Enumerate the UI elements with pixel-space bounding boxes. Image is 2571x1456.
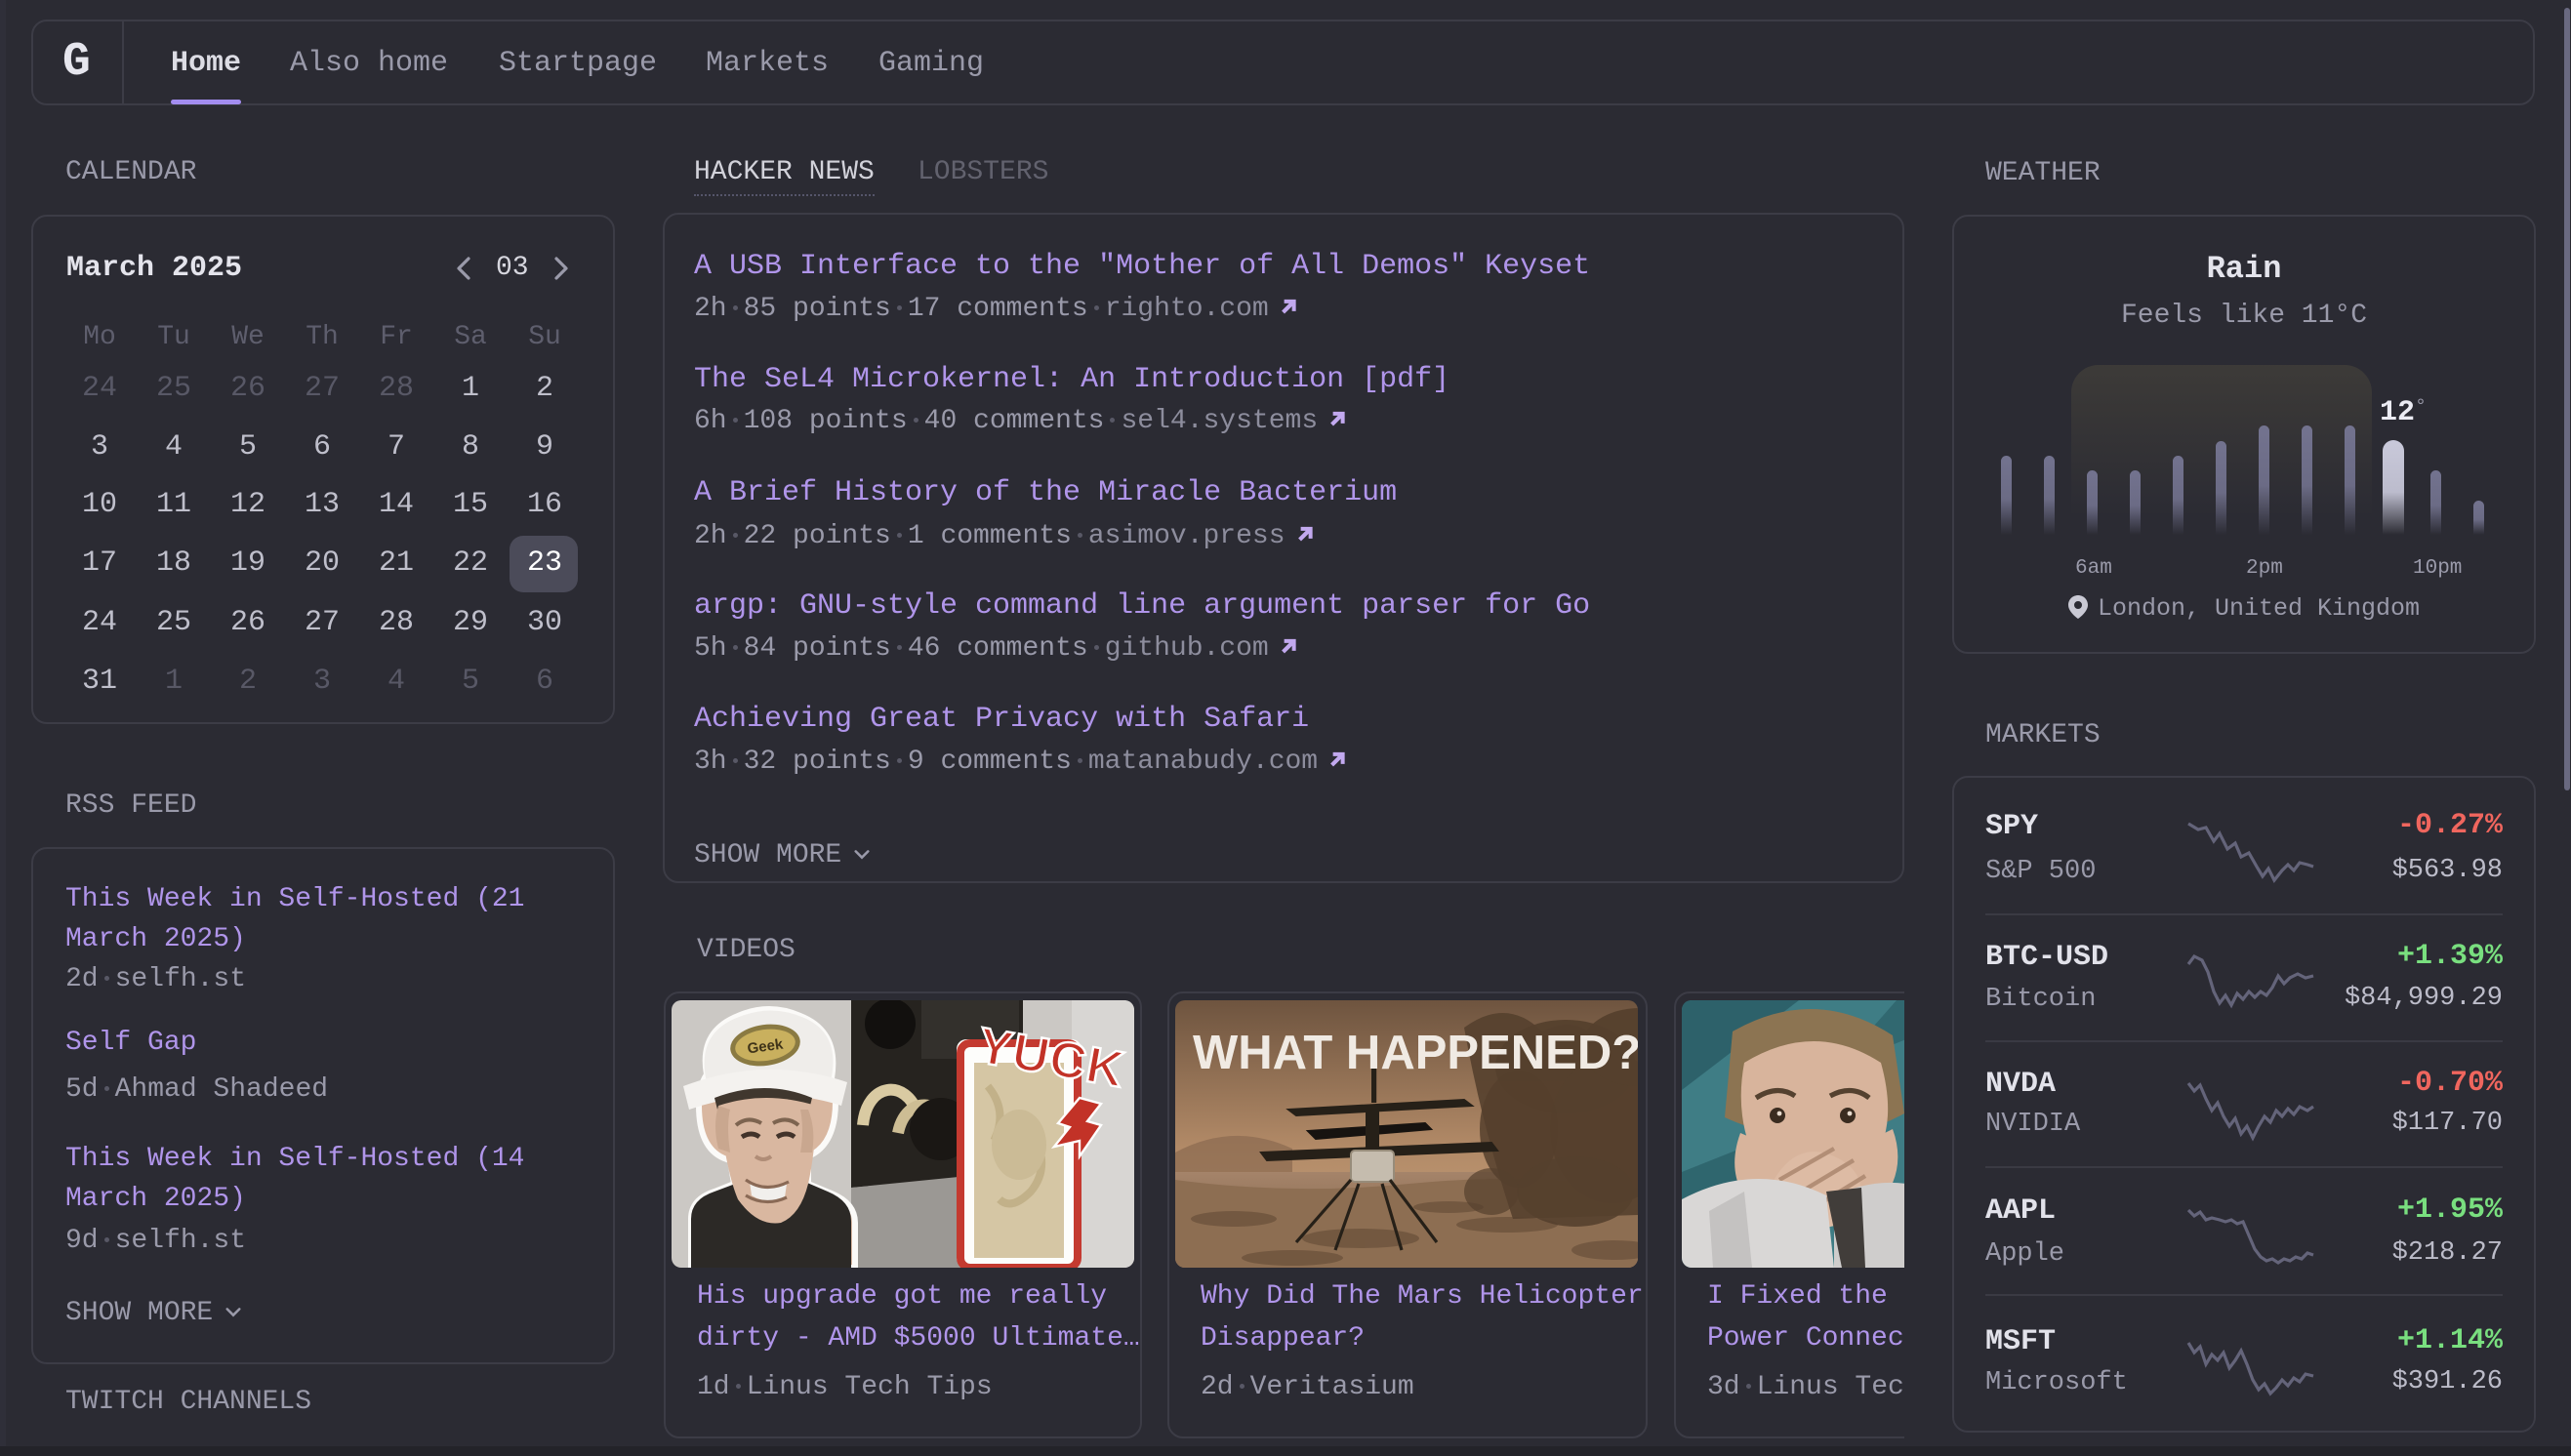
svg-text:WHAT HAPPENED?: WHAT HAPPENED? <box>1193 1027 1638 1079</box>
